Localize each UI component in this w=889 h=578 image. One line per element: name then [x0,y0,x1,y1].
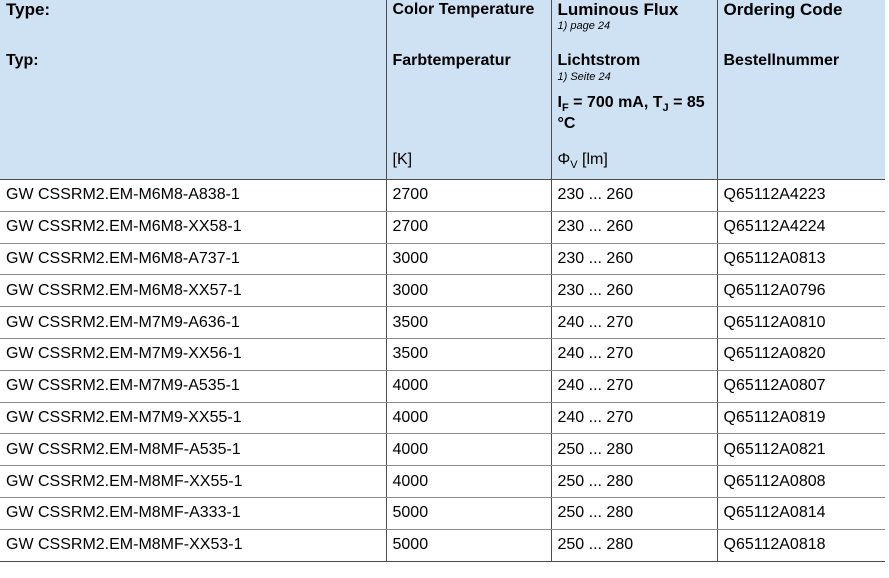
table-row: GW CSSRM2.EM-M7M9-XX56-1 3500 240 ... 270 Q… [0,338,885,371]
header-flux-en-note: 1) page 24 [557,20,611,32]
header-blank-cell [385,84,551,150]
cell-luminous-flux: 250 ... 280 [550,497,717,530]
phi-symbol: Φ [557,151,571,168]
table-row: GW CSSRM2.EM-M7M9-A535-1 4000 240 ... 270 Q… [0,370,885,403]
cell-ordering-code: Q65112A4224 [716,211,885,244]
cell-luminous-flux: 230 ... 260 [550,243,717,276]
table-body: GW CSSRM2.EM-M6M8-A838-1 2700 230 ... 260 Q… [0,179,885,562]
cell-color-temp: 3500 [385,338,551,371]
table-row: GW CSSRM2.EM-M7M9-A636-1 3500 240 ... 270 Q… [0,306,885,339]
header-color-temp-de: Farbtemperatur [385,51,551,84]
flux-unit-lm: [lm] [577,151,608,168]
cell-ordering-code: Q65112A4223 [716,179,885,212]
cell-color-temp: 3000 [385,274,551,308]
cell-type: GW CSSRM2.EM-M6M8-XX58-1 [0,211,386,244]
color-temp-unit-label: [K] [392,151,413,168]
cell-color-temp: 4000 [385,402,551,435]
cell-luminous-flux: 240 ... 270 [550,402,717,435]
header-flux-de: Lichtstrom 1) Seite 24 [550,51,717,84]
header-type-en-label: Type: [6,0,51,19]
table-row: GW CSSRM2.EM-M8MF-XX53-1 5000 250 ... 280 Q… [0,529,885,562]
cell-luminous-flux: 230 ... 260 [550,274,717,308]
cell-ordering-code: Q65112A0796 [716,274,885,308]
table-row: GW CSSRM2.EM-M6M8-XX57-1 3000 230 ... 260 Q… [0,274,885,308]
cell-luminous-flux: 240 ... 270 [550,306,717,339]
cell-ordering-code: Q65112A0820 [716,338,885,371]
cell-color-temp: 5000 [385,529,551,562]
header-type-de-label: Typ: [6,52,39,69]
cell-ordering-code: Q65112A0810 [716,306,885,339]
cell-color-temp: 2700 [385,179,551,212]
cell-luminous-flux: 240 ... 270 [550,338,717,371]
cell-type: GW CSSRM2.EM-M6M8-XX57-1 [0,274,386,308]
cell-ordering-code: Q65112A0807 [716,370,885,403]
cell-luminous-flux: 250 ... 280 [550,529,717,562]
flux-condition-text: IF = 700 mA, TJ = 85 °C [558,84,711,134]
cell-luminous-flux: 250 ... 280 [550,465,717,498]
header-order-de: Bestellnummer [716,51,885,84]
header-type-en: Type: [0,0,386,51]
header-blank-cell [0,150,386,180]
cell-type: GW CSSRM2.EM-M7M9-XX55-1 [0,402,386,435]
cell-color-temp: 5000 [385,497,551,530]
table-row: GW CSSRM2.EM-M7M9-XX55-1 4000 240 ... 270 Q… [0,402,885,435]
cell-ordering-code: Q65112A0819 [716,402,885,435]
cell-type: GW CSSRM2.EM-M7M9-A535-1 [0,370,386,403]
header-flux-condition: IF = 700 mA, TJ = 85 °C [550,84,717,150]
header-color-temp-unit: [K] [385,150,551,180]
table-row: GW CSSRM2.EM-M6M8-A838-1 2700 230 ... 260 Q… [0,179,885,212]
cell-luminous-flux: 230 ... 260 [550,211,717,244]
cell-type: GW CSSRM2.EM-M8MF-XX55-1 [0,465,386,498]
header-blank-cell [716,84,885,150]
header-type-de: Typ: [0,51,386,84]
table-row: GW CSSRM2.EM-M6M8-A737-1 3000 230 ... 260 Q… [0,243,885,276]
header-order-de-label: Bestellnummer [723,52,840,69]
table-row: GW CSSRM2.EM-M8MF-A333-1 5000 250 ... 280 Q… [0,497,885,530]
header-blank-cell [0,84,386,150]
header-order-en-label: Ordering Code [723,0,843,19]
cell-type: GW CSSRM2.EM-M8MF-XX53-1 [0,529,386,562]
header-flux-en-label: Luminous Flux [557,0,679,19]
cell-color-temp: 4000 [385,465,551,498]
cell-color-temp: 2700 [385,211,551,244]
cell-color-temp: 4000 [385,433,551,467]
cell-ordering-code: Q65112A0808 [716,465,885,498]
cell-color-temp: 4000 [385,370,551,403]
table-row: GW CSSRM2.EM-M8MF-XX55-1 4000 250 ... 280 Q… [0,465,885,498]
cell-type: GW CSSRM2.EM-M6M8-A838-1 [0,179,386,212]
header-flux-en: Luminous Flux 1) page 24 [550,0,717,51]
header-flux-de-label: Lichtstrom [557,52,641,69]
table-row: GW CSSRM2.EM-M6M8-XX58-1 2700 230 ... 260 Q… [0,211,885,244]
cell-ordering-code: Q65112A0814 [716,497,885,530]
flux-unit-label: ΦV [lm] [557,150,711,172]
cond-mid: = 700 mA, T [568,94,663,111]
header-color-temp-de-label: Farbtemperatur [392,52,511,69]
header-flux-unit: ΦV [lm] [550,150,717,180]
cell-ordering-code: Q65112A0821 [716,433,885,467]
datasheet-page: Type: Color Temperature Luminous Flux 1)… [0,0,889,578]
header-color-temp-en: Color Temperature [385,0,551,51]
phi-sub: V [570,159,578,172]
cell-luminous-flux: 230 ... 260 [550,179,717,212]
cond-if-sub: F [561,102,569,115]
header-flux-de-note: 1) Seite 24 [557,71,611,83]
cell-luminous-flux: 250 ... 280 [550,433,717,467]
cell-luminous-flux: 240 ... 270 [550,370,717,403]
cell-type: GW CSSRM2.EM-M8MF-A535-1 [0,433,386,467]
table-header: Type: Color Temperature Luminous Flux 1)… [0,0,885,180]
table-row: GW CSSRM2.EM-M8MF-A535-1 4000 250 ... 280 Q… [0,433,885,467]
header-blank-cell [716,150,885,180]
cell-color-temp: 3000 [385,243,551,276]
cell-type: GW CSSRM2.EM-M8MF-A333-1 [0,497,386,530]
cell-type: GW CSSRM2.EM-M6M8-A737-1 [0,243,386,276]
header-order-en: Ordering Code [716,0,885,51]
header-color-temp-en-label: Color Temperature [392,1,535,18]
cell-type: GW CSSRM2.EM-M7M9-XX56-1 [0,338,386,371]
cell-type: GW CSSRM2.EM-M7M9-A636-1 [0,306,386,339]
cell-ordering-code: Q65112A0818 [716,529,885,562]
cell-ordering-code: Q65112A0813 [716,243,885,276]
cell-color-temp: 3500 [385,306,551,339]
ordering-table: Type: Color Temperature Luminous Flux 1)… [0,0,885,562]
